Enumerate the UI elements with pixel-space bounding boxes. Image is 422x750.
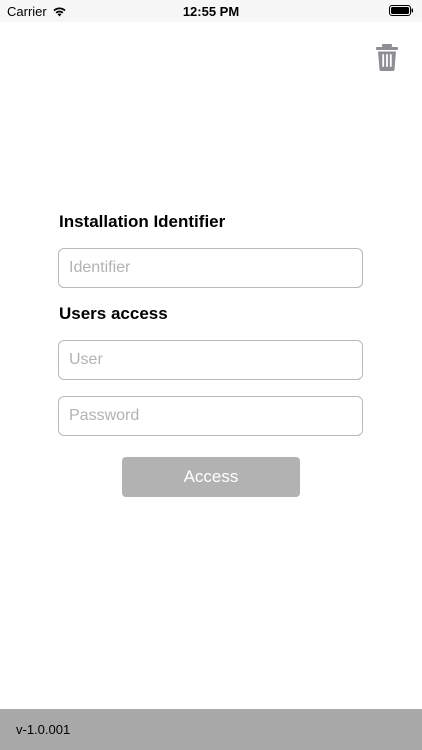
status-bar: Carrier 12:55 PM (0, 0, 422, 22)
status-time: 12:55 PM (182, 4, 240, 19)
delete-button[interactable] (373, 42, 401, 72)
identifier-input[interactable] (58, 248, 363, 288)
footer-bar: v-1.0.001 (0, 709, 422, 750)
user-input[interactable] (58, 340, 363, 380)
installation-identifier-label: Installation Identifier (59, 212, 226, 231)
trash-icon (376, 44, 398, 71)
battery-full-icon (389, 5, 413, 16)
access-button[interactable]: Access (122, 457, 300, 497)
version-label: v-1.0.001 (16, 722, 71, 737)
users-access-label: Users access (59, 304, 168, 323)
password-input[interactable] (58, 396, 363, 436)
